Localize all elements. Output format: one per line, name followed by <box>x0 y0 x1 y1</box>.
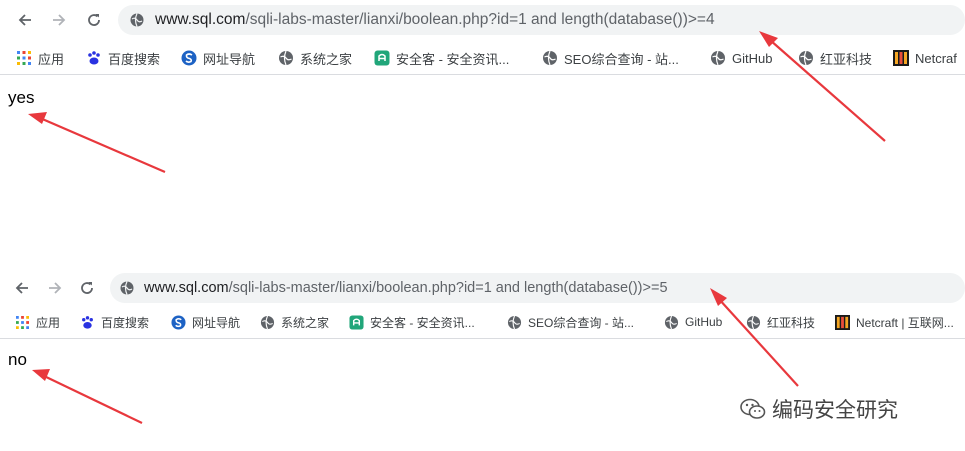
bookmark-label: Netcraft | 互联网... <box>856 315 954 330</box>
top-back-button[interactable] <box>10 0 40 40</box>
apps-grid-icon <box>14 314 30 330</box>
bottom-bookmarks-bar: 应用 百度搜索 网址导航 系统之家 安全客 - 安全资讯... SEO综合查询 … <box>0 307 965 337</box>
forward-arrow-icon <box>49 282 62 294</box>
bookmark-nav[interactable]: 网址导航 <box>170 307 240 337</box>
globe-icon <box>259 314 275 330</box>
bottom-toolbar-divider <box>0 338 965 339</box>
forward-arrow-icon <box>53 14 66 26</box>
bookmark-xitong[interactable]: 系统之家 <box>278 43 352 73</box>
netcraft-icon <box>834 314 850 330</box>
baidu-paw-icon <box>86 50 102 66</box>
bookmark-github[interactable]: GitHub <box>663 307 722 337</box>
back-arrow-icon <box>18 14 31 26</box>
back-arrow-icon <box>15 282 28 294</box>
top-forward-button[interactable] <box>44 0 74 40</box>
wechat-watermark: 编码安全研究 <box>740 394 898 424</box>
bookmark-label: 应用 <box>36 315 61 330</box>
top-page-result-text: yes <box>8 88 35 107</box>
bookmark-baidu[interactable]: 百度搜索 <box>79 307 149 337</box>
url-host: www.sql.com <box>155 11 246 28</box>
sogou-icon <box>170 314 186 330</box>
bookmark-xitong[interactable]: 系统之家 <box>259 307 329 337</box>
bookmark-anquanke[interactable]: 安全客 - 安全资讯... <box>348 307 475 337</box>
bookmark-label: GitHub <box>685 315 723 329</box>
bookmark-label: 红亚科技 <box>767 315 816 330</box>
bookmark-nav[interactable]: 网址导航 <box>181 43 255 73</box>
bottom-forward-button[interactable] <box>40 268 70 308</box>
bookmark-label: 红亚科技 <box>820 51 873 67</box>
top-bookmarks-bar: 应用 百度搜索 网址导航 系统之家 安全客 - 安全资讯... SEO综合查询 … <box>0 43 965 73</box>
bottom-back-button[interactable] <box>7 268 37 308</box>
globe-icon <box>506 314 522 330</box>
top-nav-bar: www.sql.com/sqli-labs-master/lianxi/bool… <box>0 0 965 40</box>
site-info-icon[interactable] <box>130 13 144 27</box>
reload-icon <box>81 282 93 294</box>
bottom-page-result-text: no <box>8 350 27 369</box>
site-info-icon[interactable] <box>120 281 134 295</box>
top-browser-panel: www.sql.com/sqli-labs-master/lianxi/bool… <box>0 0 965 260</box>
bookmark-hongya[interactable]: 红亚科技 <box>745 307 815 337</box>
sogou-icon <box>181 50 197 66</box>
top-toolbar-divider <box>0 74 965 75</box>
anquanke-icon <box>374 50 390 66</box>
bottom-reload-button[interactable] <box>72 268 102 308</box>
bookmark-seo[interactable]: SEO综合查询 - 站... <box>542 43 679 73</box>
bookmark-hongya[interactable]: 红亚科技 <box>798 43 872 73</box>
bookmark-baidu[interactable]: 百度搜索 <box>86 43 160 73</box>
bookmark-apps[interactable]: 应用 <box>14 307 60 337</box>
bottom-url-text[interactable]: www.sql.com/sqli-labs-master/lianxi/bool… <box>144 273 668 303</box>
bookmark-label: 百度搜索 <box>108 51 161 67</box>
bookmark-seo[interactable]: SEO综合查询 - 站... <box>506 307 634 337</box>
bookmark-label: Netcraf <box>915 50 957 66</box>
watermark-label: 编码安全研究 <box>772 399 898 422</box>
bookmark-netcraft[interactable]: Netcraf <box>893 43 957 73</box>
bookmark-label: GitHub <box>732 50 773 66</box>
url-path: /sqli-labs-master/lianxi/boolean.php?id=… <box>245 11 715 28</box>
wechat-icon <box>740 398 766 419</box>
anquanke-icon <box>348 314 364 330</box>
bookmark-apps[interactable]: 应用 <box>16 43 64 73</box>
globe-icon <box>798 50 814 66</box>
globe-icon <box>663 314 679 330</box>
bookmark-github[interactable]: GitHub <box>710 43 772 73</box>
bottom-nav-bar: www.sql.com/sqli-labs-master/lianxi/bool… <box>0 268 965 308</box>
globe-icon <box>710 50 726 66</box>
bookmark-label: 网址导航 <box>192 315 241 330</box>
globe-icon <box>542 50 558 66</box>
url-path: /sqli-labs-master/lianxi/boolean.php?id=… <box>228 280 668 296</box>
top-reload-button[interactable] <box>79 0 109 40</box>
reload-icon <box>88 14 100 26</box>
bottom-address-bar[interactable]: www.sql.com/sqli-labs-master/lianxi/bool… <box>110 273 965 303</box>
top-address-bar[interactable]: www.sql.com/sqli-labs-master/lianxi/bool… <box>118 5 965 35</box>
netcraft-icon <box>893 50 909 66</box>
bookmark-label: 百度搜索 <box>101 315 150 330</box>
bookmark-anquanke[interactable]: 安全客 - 安全资讯... <box>374 43 509 73</box>
bookmark-netcraft[interactable]: Netcraft | 互联网... <box>834 307 954 337</box>
bookmark-label: SEO综合查询 - 站... <box>528 315 635 330</box>
bookmark-label: SEO综合查询 - 站... <box>564 51 679 67</box>
bookmark-label: 安全客 - 安全资讯... <box>396 51 510 67</box>
baidu-paw-icon <box>79 314 95 330</box>
top-url-text[interactable]: www.sql.com/sqli-labs-master/lianxi/bool… <box>155 5 715 35</box>
bookmark-label: 系统之家 <box>300 51 353 67</box>
apps-grid-icon <box>16 50 32 66</box>
bookmark-label: 安全客 - 安全资讯... <box>370 315 475 330</box>
bookmark-label: 系统之家 <box>281 315 330 330</box>
bookmark-label: 应用 <box>38 51 65 67</box>
bookmark-label: 网址导航 <box>203 51 256 67</box>
globe-icon <box>745 314 761 330</box>
globe-icon <box>278 50 294 66</box>
url-host: www.sql.com <box>144 280 229 296</box>
